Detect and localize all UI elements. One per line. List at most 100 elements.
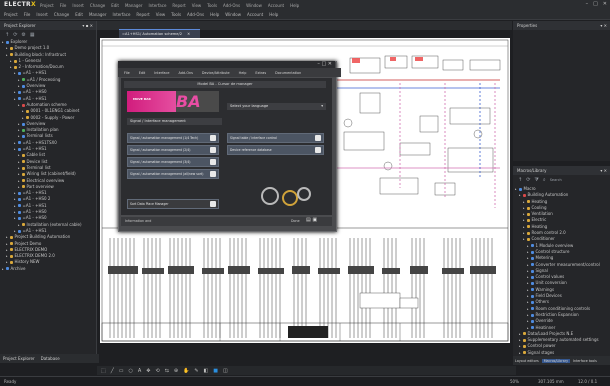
expand-toggle-icon[interactable]: ▸ [10,64,12,70]
done-button[interactable]: Done [291,219,300,223]
signal-management-button-2[interactable]: Signal / automation management (2/4) [127,145,219,155]
expand-toggle-icon[interactable]: ▸ [6,52,8,58]
tab-close-icon[interactable]: ✕ [187,32,190,36]
dialog-menu-item[interactable]: Add-Ons [178,71,192,75]
title-menu-item[interactable]: View [192,3,202,8]
expand-toggle-icon[interactable]: ▸ [22,115,24,121]
menu-item[interactable]: Help [210,12,219,17]
tab-macros-library[interactable]: Macros/Library [541,358,571,363]
title-menu-item[interactable]: File [60,3,67,8]
menu-item[interactable]: Insert [36,12,47,17]
document-tab[interactable]: =A1+HS1/ Automation scheme/2 ✕ [119,29,200,38]
menu-item[interactable]: View [156,12,166,17]
refresh-icon[interactable]: ⟳ [13,32,17,38]
color-icon[interactable]: ■ [213,368,218,374]
language-select[interactable]: Select your language ▾ [227,103,326,110]
pencil-icon[interactable]: ✎ [194,368,198,374]
minimize-icon[interactable]: – [586,1,589,7]
macros-up-icon[interactable]: ↑ [518,177,522,183]
title-menu-item[interactable]: Edit [111,3,119,8]
select-icon[interactable]: ⬚ [101,368,106,374]
rectangle-icon[interactable]: ▭ [119,368,124,374]
menu-item[interactable]: Window [225,12,241,17]
dialog-menu-item[interactable]: Interface [154,71,169,75]
menu-item[interactable]: Project [4,12,18,17]
expand-toggle-icon[interactable]: ▸ [18,133,20,139]
signal-management-button-4[interactable]: Signal / automation management (all/new … [127,169,219,179]
properties-pin-icon[interactable]: ▾ ✕ [600,21,607,30]
macros-refresh-icon[interactable]: ⟳ [526,177,530,183]
menu-item[interactable]: Add-Ons [187,12,204,17]
expand-toggle-icon[interactable]: ▸ [523,236,525,242]
menu-item[interactable]: Manager [89,12,107,17]
menu-item[interactable]: Report [136,12,149,17]
expand-toggle-icon[interactable]: ▸ [14,70,16,76]
menu-item[interactable]: Change [54,12,69,17]
menu-item[interactable]: Interface [113,12,131,17]
title-menu-item[interactable]: Help [290,3,299,8]
macros-filter-icon[interactable]: ⧩ [534,177,538,183]
circle-icon[interactable]: ○ [128,368,132,374]
macros-pin-icon[interactable]: ▾ ✕ [600,166,607,175]
tab-database[interactable]: Database [41,356,60,361]
signal-management-button-1[interactable]: Signal / automation management (1/4 Tech… [127,133,219,143]
dialog-menu-item[interactable]: Documentation [275,71,301,75]
mirror-icon[interactable]: ⇆ [165,368,169,374]
expand-toggle-icon[interactable]: ▸ [2,266,4,272]
signal-table-button[interactable]: Signal table / interface control [227,133,324,143]
title-menu-item[interactable]: Project [40,3,54,8]
title-menu-item[interactable]: Interface [149,3,167,8]
macros-search-icon[interactable]: ⌕ [543,177,546,183]
expand-toggle-icon[interactable]: ▸ [14,215,16,221]
maximize-icon[interactable]: □ [593,1,598,7]
title-menu-item[interactable]: Manager [125,3,143,8]
signal-management-button-3[interactable]: Signal / automation management (3/4) [127,157,219,167]
expand-toggle-icon[interactable]: ▸ [515,186,517,192]
move-icon[interactable]: ✥ [146,368,150,374]
tab-layout-editors[interactable]: Layout editors [515,359,539,363]
dialog-close-icon[interactable]: – □ ✕ [317,61,332,67]
expand-toggle-icon[interactable]: ▸ [2,39,4,45]
title-menu-item[interactable]: Report [172,3,185,8]
expand-toggle-icon[interactable]: ▸ [519,192,521,198]
expand-toggle-icon[interactable]: ▸ [14,96,16,102]
rotate-icon[interactable]: ⟲ [155,368,159,374]
expand-toggle-icon[interactable]: ▸ [18,102,20,108]
dialog-menu-item[interactable]: Help [239,71,247,75]
close-icon[interactable]: ✕ [603,1,607,7]
sort-data-button[interactable]: Sort Data Place Manager [127,199,219,209]
settings-icon[interactable]: ⚙ [21,32,25,38]
pan-icon[interactable]: ✋ [183,368,189,374]
device-reference-button[interactable]: Device reference database [227,145,324,155]
title-menu-item[interactable]: Change [90,3,105,8]
layer-icon[interactable]: ◫ [223,368,228,374]
dialog-menu-item[interactable]: Extras [255,71,266,75]
tab-interface-tools[interactable]: Interface tools [573,359,597,363]
title-menu-item[interactable]: Add-Ons [223,3,240,8]
expand-toggle-icon[interactable]: ▸ [14,146,16,152]
dialog-menu-item[interactable]: File [124,71,130,75]
expand-toggle-icon[interactable]: ▸ [18,83,20,89]
tree-item[interactable]: ▸ Archive [2,266,96,272]
menu-item[interactable]: Help [269,12,278,17]
title-menu-item[interactable]: Tools [207,3,217,8]
line-icon[interactable]: ╱ [111,368,114,374]
expand-icon[interactable]: ▦ [30,32,35,38]
fill-icon[interactable]: ◧ [204,368,209,374]
menu-item[interactable]: Tools [171,12,181,17]
expand-toggle-icon[interactable]: ▸ [6,259,8,265]
up-icon[interactable]: ↑ [5,32,9,38]
dialog-menu-item[interactable]: Edit [139,71,146,75]
menu-item[interactable]: File [24,12,31,17]
expand-toggle-icon[interactable]: ▸ [18,184,20,190]
title-menu-item[interactable]: Account [268,3,284,8]
panel-pin-icon[interactable]: ▾ ▪ ✕ [82,21,93,30]
tab-project-explorer[interactable]: Project Explorer [3,356,35,361]
title-menu-item[interactable]: Insert [72,3,83,8]
menu-item[interactable]: Account [247,12,263,17]
menu-item[interactable]: Edit [75,12,83,17]
zoom-icon[interactable]: ⊕ [174,368,178,374]
text-icon[interactable]: A [138,368,141,374]
title-menu-item[interactable]: Window [246,3,262,8]
dialog-menu-item[interactable]: Device/Attribute [202,71,230,75]
